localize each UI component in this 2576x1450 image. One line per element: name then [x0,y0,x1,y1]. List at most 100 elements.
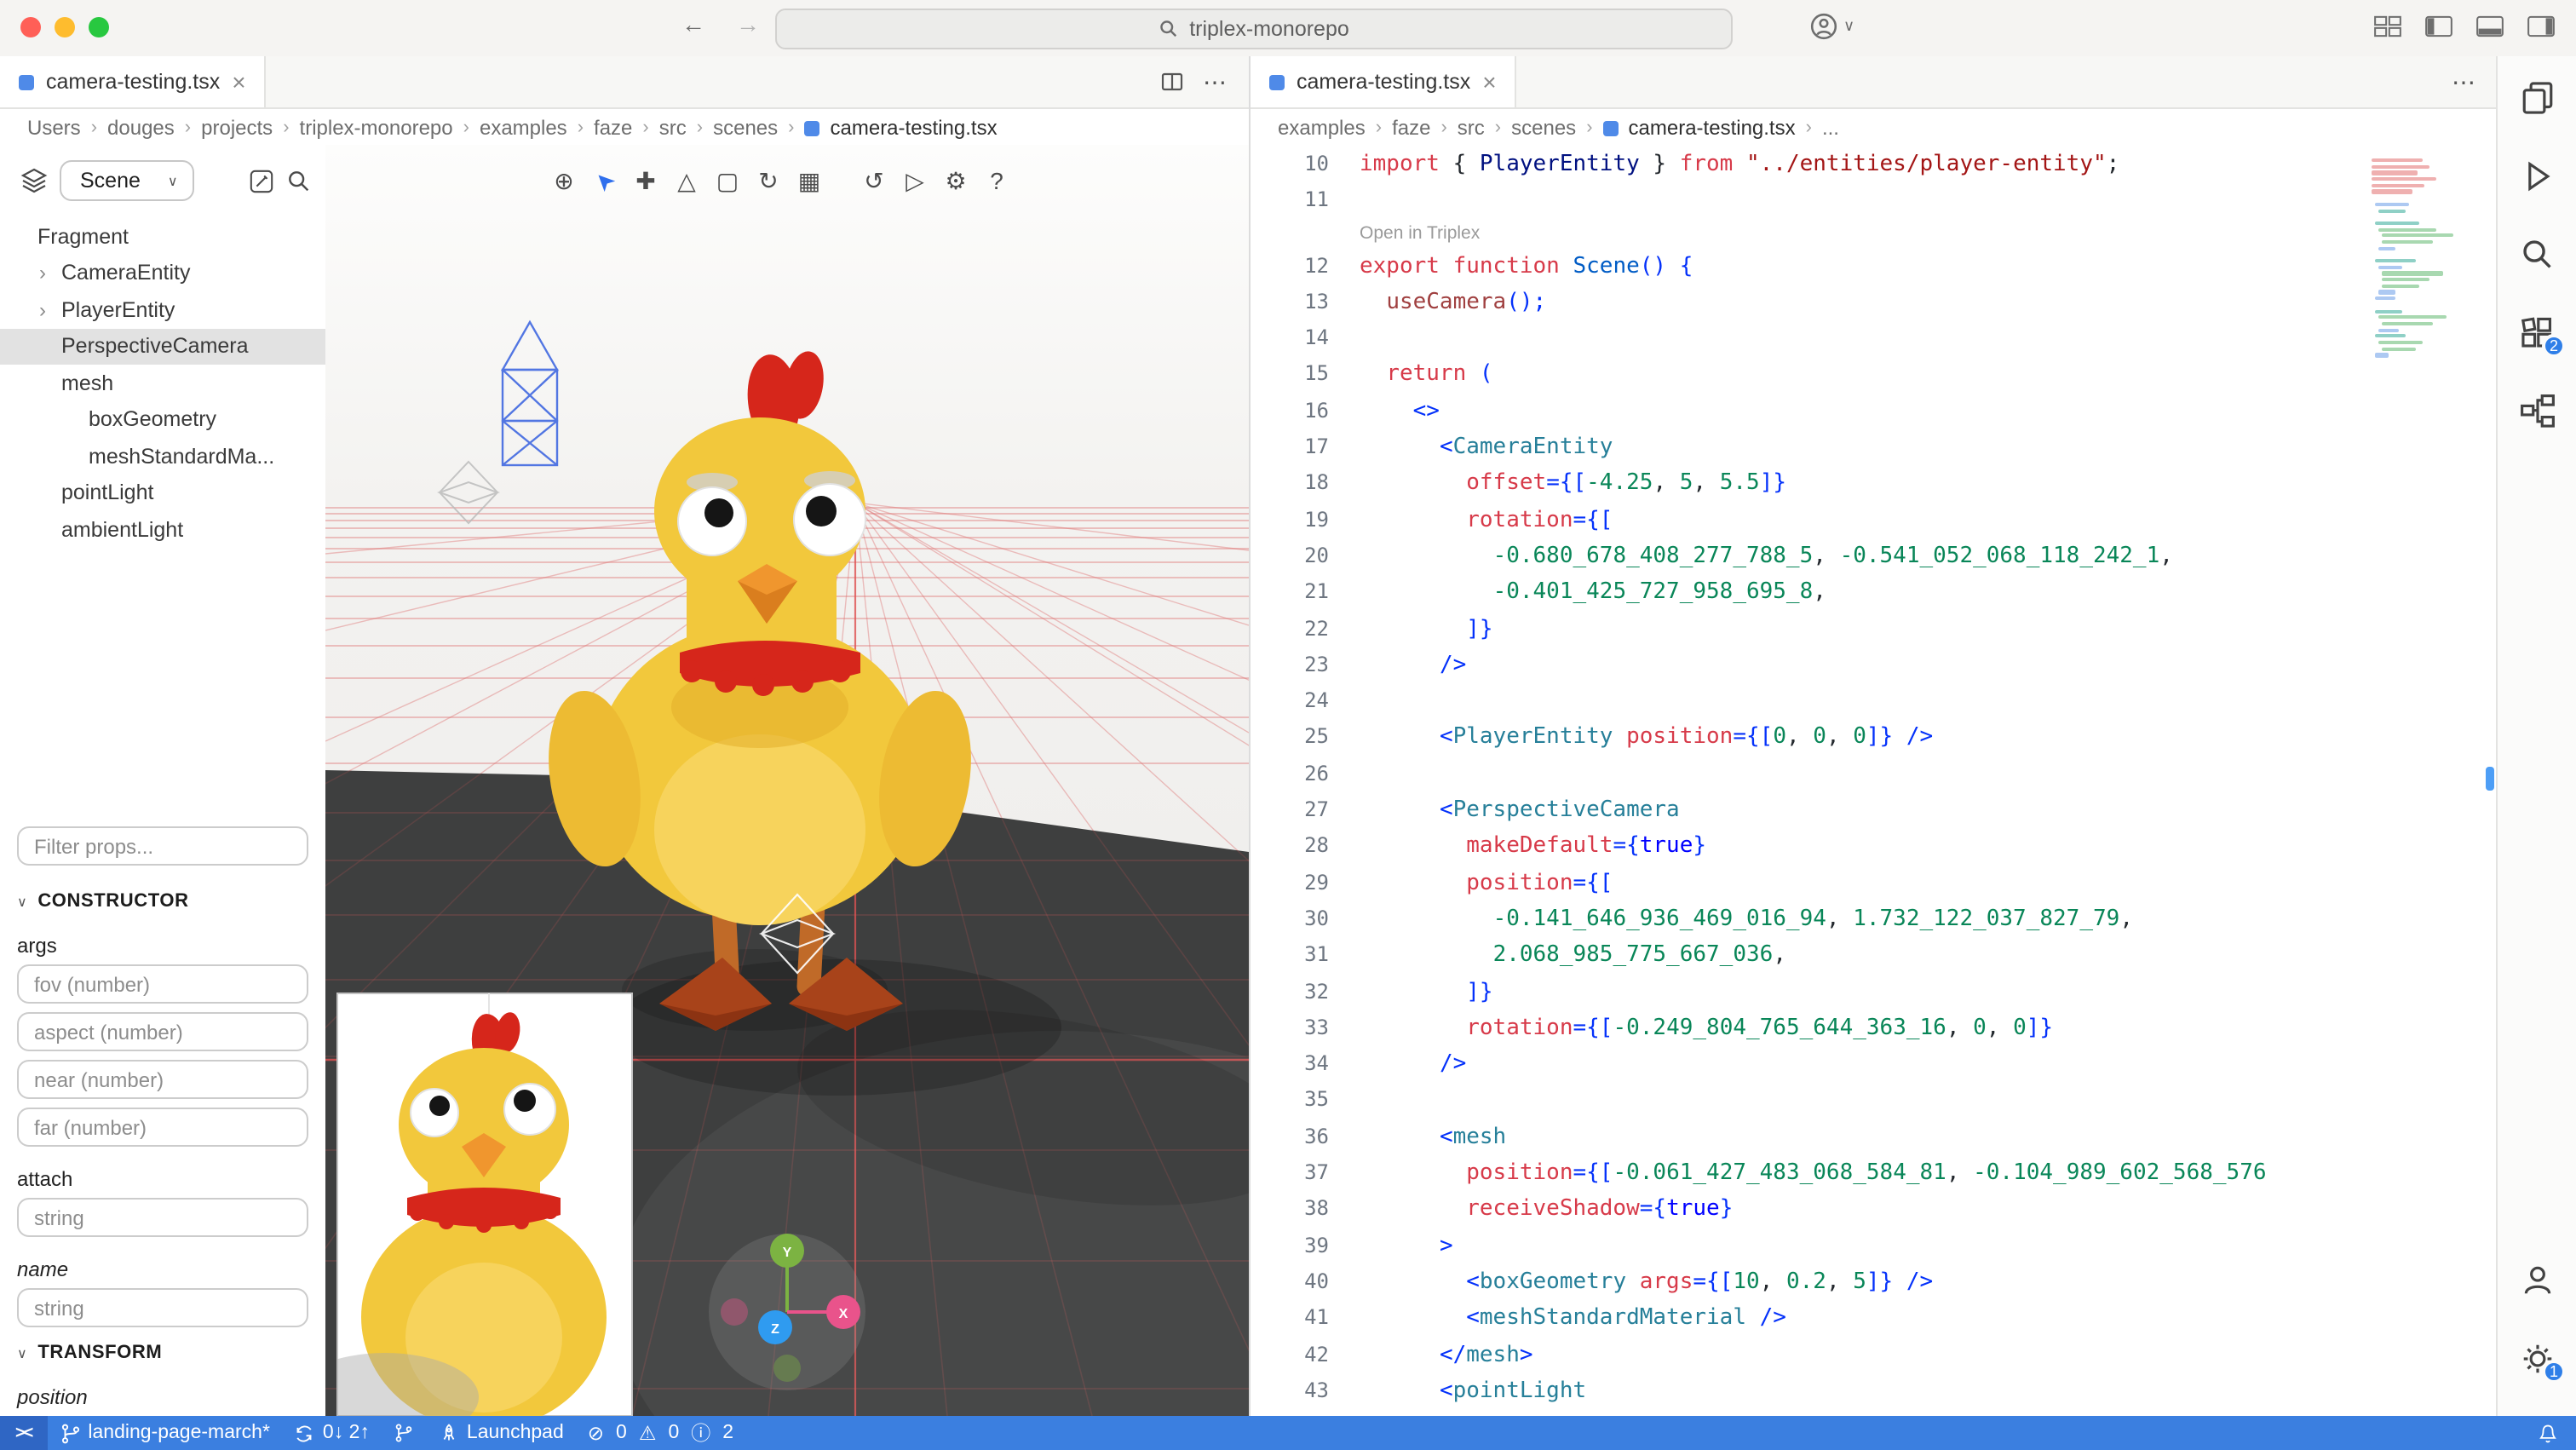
minimize-window-button[interactable] [55,17,75,37]
code-line[interactable]: 18 offset={[-4.25, 5, 5.5]} [1251,466,2498,503]
scene-tree-item-meshstandardma[interactable]: meshStandardMa... [0,438,325,475]
orientation-gizmo[interactable]: Y X Z [709,1234,865,1390]
problems-item[interactable]: ⊘0 ⚠0 ⓘ2 [576,1416,750,1450]
open-in-triplex-code-lens[interactable]: Open in Triplex [1360,219,2498,248]
select-cursor-icon[interactable]: ➤ [588,162,622,199]
axis-neg-x-handle[interactable] [721,1298,748,1326]
code-line[interactable]: 25 <PlayerEntity position={[0, 0, 0]} /> [1251,720,2498,757]
launchpad-item[interactable]: Launchpad [426,1416,576,1450]
scrollbar-thumb[interactable] [2486,767,2494,791]
scene-tree-item-cameraentity[interactable]: ›CameraEntity [0,255,325,291]
code-line[interactable]: 43 <pointLight [1251,1373,2498,1410]
code-line[interactable]: 31 2.068_985_775_667_036, [1251,937,2498,974]
code-line[interactable]: 26 [1251,757,2498,793]
code-line[interactable]: 35 [1251,1083,2498,1119]
code-line[interactable]: 15 return ( [1251,357,2498,394]
toggle-right-sidebar-icon[interactable] [2527,15,2556,37]
breadcrumb-item[interactable]: Users [27,116,81,140]
code-line[interactable]: 30 -0.141_646_936_469_016_94, 1.732_122_… [1251,901,2498,938]
accounts-icon[interactable] [2516,1259,2557,1300]
edit-component-button[interactable] [249,168,274,193]
code-line[interactable]: 12export function Scene() { [1251,248,2498,285]
code-line[interactable]: 14 [1251,320,2498,357]
globe-icon[interactable]: ⊕ [547,162,581,199]
breadcrumb-item[interactable]: camera-testing.tsx [1629,116,1796,140]
profile-button[interactable]: ∨ [1809,12,1854,41]
scene-tree-item-perspectivecamera[interactable]: PerspectiveCamera [0,328,325,365]
code-line[interactable]: 27 <PerspectiveCamera [1251,792,2498,829]
code-line[interactable]: 44 castShadow={true} [1251,1409,2498,1416]
code-line[interactable]: 24 [1251,683,2498,720]
code-line[interactable]: 11 [1251,183,2498,220]
source-control-item[interactable] [382,1416,426,1450]
forward-button[interactable]: → [736,10,760,37]
code-line[interactable]: 42 </mesh> [1251,1337,2498,1373]
code-line[interactable]: 16 <> [1251,394,2498,430]
code-line[interactable]: 33 rotation={[-0.249_804_765_644_363_16,… [1251,1010,2498,1047]
breadcrumb-item[interactable]: examples [480,116,567,140]
code-line[interactable]: 32 ]} [1251,974,2498,1010]
tab-camera-testing[interactable]: camera-testing.tsx × [0,56,267,107]
settings-gear-icon[interactable]: 1 [2516,1338,2557,1378]
notifications-bell[interactable] [2525,1416,2576,1450]
props-section-header-constructor[interactable]: ∨CONSTRUCTOR [17,889,308,913]
breadcrumb-item[interactable]: src [1458,116,1485,140]
breadcrumb-item[interactable]: projects [201,116,273,140]
more-actions-icon[interactable]: ⋯ [2452,67,2477,96]
code-line[interactable]: 41 <meshStandardMaterial /> [1251,1300,2498,1337]
breadcrumb-item[interactable]: examples [1278,116,1366,140]
breadcrumb-item[interactable]: src [659,116,687,140]
help-icon[interactable]: ? [980,162,1014,199]
scene-tree-item-mesh[interactable]: mesh [0,365,325,401]
rotate-icon[interactable]: ↻ [751,162,785,199]
scene-tree-item-fragment[interactable]: Fragment [0,218,325,255]
code-line[interactable]: 22 ]} [1251,611,2498,647]
chevron-right-icon[interactable]: › [39,298,61,322]
prop-input-far[interactable]: far (number) [17,1108,308,1147]
split-editor-icon[interactable] [1160,70,1184,94]
code-line[interactable]: 10import { PlayerEntity } from "../entit… [1251,147,2498,183]
scene-tree-item-ambientlight[interactable]: ambientLight [0,511,325,548]
code-line[interactable]: 36 <mesh [1251,1119,2498,1155]
code-line[interactable]: 34 /> [1251,1046,2498,1083]
breadcrumb-item[interactable]: ... [1822,116,1839,140]
code-line[interactable]: 20 -0.680_678_408_277_788_5, -0.541_052_… [1251,538,2498,575]
search-icon[interactable] [2516,233,2557,274]
breadcrumb-item[interactable]: scenes [1511,116,1576,140]
open-editors-icon[interactable] [2516,77,2557,118]
back-button[interactable]: ← [681,10,705,37]
scene-tree-item-boxgeometry[interactable]: boxGeometry [0,401,325,438]
extensions-icon[interactable]: 2 [2516,312,2557,353]
code-line[interactable]: 21 -0.401_425_727_958_695_8, [1251,575,2498,612]
git-sync-item[interactable]: 0↓ 2↑ [282,1416,382,1450]
scene-tree-item-pointlight[interactable]: pointLight [0,475,325,511]
play-icon[interactable]: ▷ [898,162,932,199]
prop-input-string[interactable]: string [17,1198,308,1237]
viewport-canvas[interactable]: Y X Z [325,145,1249,1416]
code-line[interactable]: 13 useCamera(); [1251,285,2498,321]
breadcrumb-item[interactable]: faze [1392,116,1430,140]
move-icon[interactable]: ✚ [629,162,663,199]
search-scene-button[interactable] [286,168,312,193]
prop-input-aspect[interactable]: aspect (number) [17,1012,308,1051]
code-editor[interactable]: 10import { PlayerEntity } from "../entit… [1251,145,2498,1416]
scene-tree-item-playerentity[interactable]: ›PlayerEntity [0,291,325,328]
scene-select[interactable]: Scene ∨ [60,160,195,201]
prop-input-string[interactable]: string [17,1288,308,1327]
close-window-button[interactable] [20,17,41,37]
editor-layout-icon[interactable] [2373,15,2402,37]
code-line[interactable]: 28 makeDefault={true} [1251,829,2498,866]
remote-indicator[interactable]: >< [0,1416,47,1450]
more-actions-icon[interactable]: ⋯ [1203,67,1228,96]
git-branch-item[interactable]: landing-page-march* [47,1416,282,1450]
code-line[interactable]: 39 > [1251,1228,2498,1264]
breadcrumb-item[interactable]: camera-testing.tsx [831,116,998,140]
code-line[interactable]: 29 position={[ [1251,865,2498,901]
command-center-search[interactable]: triplex-monorepo [775,9,1733,49]
code-line[interactable]: 40 <boxGeometry args={[10, 0.2, 5]} /> [1251,1264,2498,1301]
toggle-panel-icon[interactable] [2475,15,2504,37]
zoom-window-button[interactable] [89,17,109,37]
close-tab-icon[interactable]: × [232,70,245,94]
code-line[interactable]: 23 /> [1251,647,2498,684]
axis-neg-y-handle[interactable] [773,1355,801,1382]
